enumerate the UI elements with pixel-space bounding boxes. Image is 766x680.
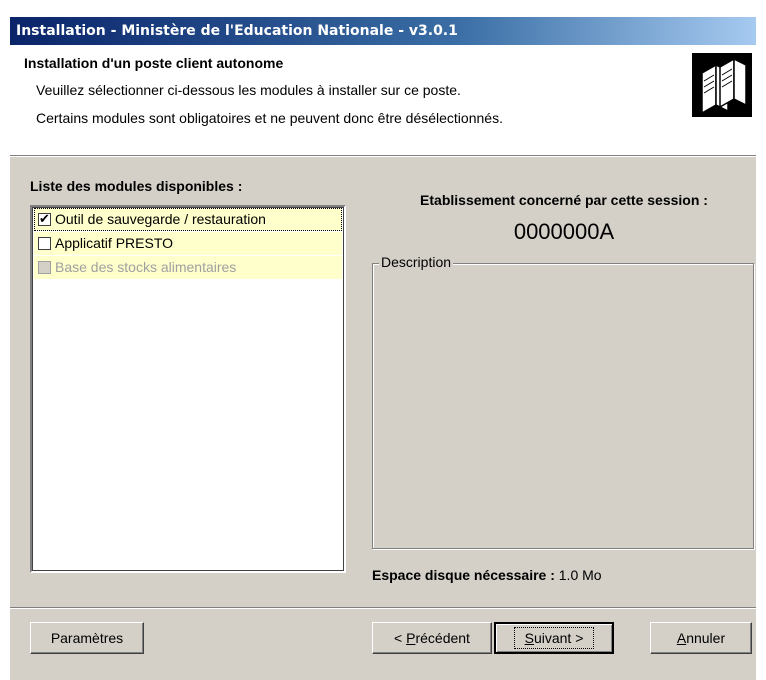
previous-rest: récédent [415,630,470,646]
cancel-mnemonic: A [676,630,687,646]
window-title[interactable]: Installation - Ministère de l'Education … [10,17,756,45]
next-mnemonic: S [524,630,534,646]
bottom-separator [10,607,756,609]
header-instruction-1: Veuillez sélectionner ci-dessous les mod… [36,82,461,98]
description-groupbox: Description [372,254,754,549]
module-checkbox-presto[interactable] [38,237,51,250]
module-item-label: Applicatif PRESTO [55,235,174,251]
establishment-label: Etablissement concerné par cette session… [420,192,708,208]
module-item-stocks: Base des stocks alimentaires [34,256,342,279]
header-panel: Installation d'un poste client autonome … [10,45,756,156]
description-legend: Description [379,254,454,270]
next-focus-rect: Suivant > [513,627,595,649]
module-item-label: Outil de sauvegarde / restauration [55,211,266,227]
cancel-button[interactable]: Annuler [650,622,752,654]
servers-icon [692,53,752,117]
modules-listbox[interactable]: ✔ Outil de sauvegarde / restauration App… [30,205,346,573]
disk-space-value: 1.0 Mo [558,567,602,583]
disk-space-label: Espace disque nécessaire : [372,567,555,583]
disk-space-line: Espace disque nécessaire : 1.0 Mo [372,567,602,583]
module-item-sauvegarde[interactable]: ✔ Outil de sauvegarde / restauration [34,208,342,231]
module-item-label: Base des stocks alimentaires [55,259,237,275]
establishment-code: 0000000A [513,219,615,244]
previous-prefix: < [394,630,407,646]
module-checkbox-stocks [38,261,51,274]
modules-list-label: Liste des modules disponibles : [30,178,243,194]
previous-button[interactable]: < Précédent [372,622,492,654]
cancel-rest: nnuler [686,630,726,646]
next-button[interactable]: Suivant > [494,622,614,654]
params-button[interactable]: Paramètres [30,622,144,654]
next-rest: uivant > [533,630,584,646]
module-checkbox-sauvegarde[interactable]: ✔ [38,211,51,226]
module-item-presto[interactable]: Applicatif PRESTO [34,232,342,255]
header-instruction-2: Certains modules sont obligatoires et ne… [36,110,503,126]
header-title: Installation d'un poste client autonome [24,55,284,71]
checkmark-icon: ✔ [39,211,50,226]
installer-window: Installation - Ministère de l'Education … [10,17,756,680]
